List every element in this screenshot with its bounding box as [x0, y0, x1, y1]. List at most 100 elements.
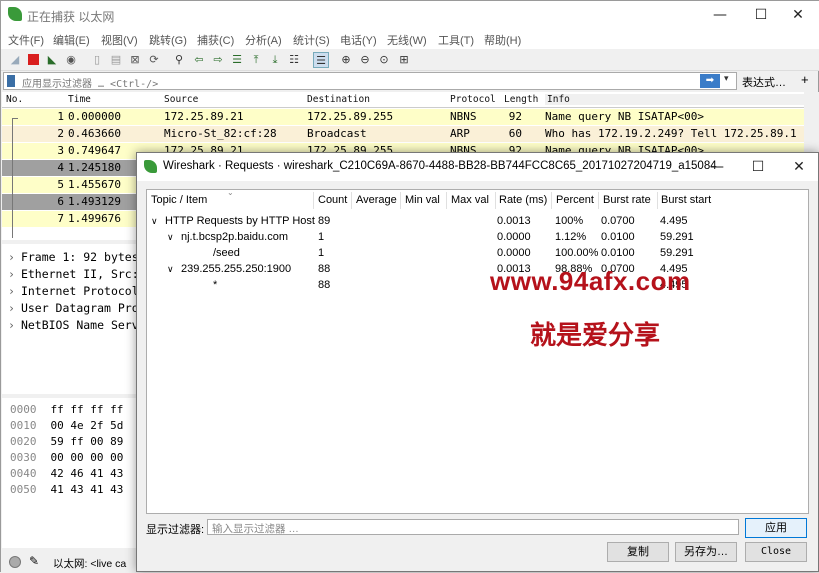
add-filter-button[interactable]: +	[801, 72, 809, 87]
start-capture-icon[interactable]: ◢	[7, 52, 23, 68]
save-as-button[interactable]: 另存为…	[675, 542, 737, 562]
apply-button[interactable]: 应用	[745, 518, 807, 538]
dialog-close-icon[interactable]: ✕	[780, 153, 818, 181]
menu-help[interactable]: 帮助(H)	[484, 32, 521, 48]
copy-button[interactable]: 复制	[607, 542, 669, 562]
restart-capture-icon[interactable]: ◣	[44, 52, 60, 68]
save-file-icon[interactable]: ▤	[108, 52, 124, 68]
zoom-in-icon[interactable]: ⊕	[338, 52, 354, 68]
col-max-val[interactable]: Max val	[451, 194, 489, 206]
stats-row[interactable]: ∨ 239.255.255.250:1900 88 0.0013 98.88% 0.070…	[147, 262, 807, 278]
go-last-icon[interactable]: ⤓	[267, 52, 283, 68]
expand-arrow-icon[interactable]: ∨	[167, 264, 174, 275]
open-file-icon[interactable]: ▯	[89, 52, 105, 68]
detail-text: User Datagram Pro	[20, 301, 139, 315]
detail-row[interactable]: › Ethernet II, Src:	[8, 267, 139, 281]
stop-capture-icon[interactable]	[25, 52, 41, 68]
go-to-packet-icon[interactable]: ☰	[229, 52, 245, 68]
bookmark-icon[interactable]	[7, 75, 15, 87]
col-rate[interactable]: Rate (ms)	[499, 194, 547, 206]
dialog-maximize-icon[interactable]: ☐	[739, 153, 777, 181]
stats-row[interactable]: * 88 4.495	[147, 278, 807, 294]
expand-chevron-icon[interactable]: ›	[8, 301, 15, 315]
dialog-filter-input[interactable]: 输入显示过滤器 …	[207, 519, 739, 535]
stats-row[interactable]: ∨ HTTP Requests by HTTP Host 89 0.0013 100% 0…	[147, 214, 807, 230]
detail-row[interactable]: › Frame 1: 92 bytes	[8, 250, 139, 264]
edit-comment-icon[interactable]: ✎	[29, 554, 39, 568]
stats-cell-topic: nj.t.bcsp2p.baidu.com	[181, 231, 289, 243]
go-forward-icon[interactable]: ⇨	[210, 52, 226, 68]
menu-capture[interactable]: 捕获(C)	[197, 32, 234, 48]
bytes-offset: 0050	[10, 483, 37, 496]
zoom-normal-icon[interactable]: ⊙	[376, 52, 392, 68]
packet-cell-no: 2	[57, 127, 64, 140]
stats-row[interactable]: ∨ nj.t.bcsp2p.baidu.com 1 0.0000 1.12% 0.0100…	[147, 230, 807, 246]
colorize-icon[interactable]: ☰	[313, 52, 329, 68]
packet-row[interactable]: 1 0.000000 172.25.89.21 172.25.89.255 NBNS 92…	[2, 109, 804, 125]
expand-chevron-icon[interactable]: ›	[8, 267, 15, 281]
col-divider	[351, 192, 352, 209]
find-packet-icon[interactable]: ⚲	[171, 52, 187, 68]
col-no[interactable]: No.	[6, 94, 23, 105]
menu-edit[interactable]: 编辑(E)	[53, 32, 90, 48]
reload-icon[interactable]: ⟳	[146, 52, 162, 68]
menu-statistics[interactable]: 统计(S)	[293, 32, 330, 48]
col-percent[interactable]: Percent	[556, 194, 594, 206]
stats-row[interactable]: /seed 1 0.0000 100.00% 0.0100 59.291	[147, 246, 807, 262]
col-burst-rate[interactable]: Burst rate	[603, 194, 651, 206]
packet-cell-time: 1.499676	[68, 212, 121, 225]
packet-cell-len: 92	[508, 110, 522, 123]
menu-view[interactable]: 视图(V)	[101, 32, 138, 48]
close-icon[interactable]: ✕	[775, 1, 819, 29]
expand-arrow-icon[interactable]: ∨	[167, 232, 174, 243]
dialog-minimize-icon[interactable]: —	[698, 153, 736, 181]
packet-row[interactable]: 2 0.463660 Micro-St_82:cf:28 Broadcast ARP 60…	[2, 126, 804, 142]
menu-tools[interactable]: 工具(T)	[438, 32, 474, 48]
col-divider	[446, 192, 447, 209]
expand-chevron-icon[interactable]: ›	[8, 318, 15, 332]
bytes-row: 0020 59 ff 00 89	[10, 435, 123, 448]
apply-filter-arrow-icon[interactable]: ➡	[700, 74, 720, 88]
detail-row[interactable]: › NetBIOS Name Serv	[8, 318, 139, 332]
col-topic-item[interactable]: Topic / Item	[151, 194, 207, 206]
detail-row[interactable]: › Internet Protocol	[8, 284, 139, 298]
menu-go[interactable]: 跳转(G)	[149, 32, 187, 48]
col-protocol[interactable]: Protocol	[450, 94, 496, 105]
expand-chevron-icon[interactable]: ›	[8, 284, 15, 298]
col-destination[interactable]: Destination	[307, 94, 370, 105]
dialog-title-bar: Wireshark · Requests · wireshark_C210C69…	[137, 153, 818, 181]
col-average[interactable]: Average	[356, 194, 397, 206]
col-burst-start[interactable]: Burst start	[661, 194, 711, 206]
detail-text: Internet Protocol	[20, 284, 139, 298]
menu-wireless[interactable]: 无线(W)	[387, 32, 427, 48]
col-time[interactable]: Time	[68, 94, 91, 105]
col-min-val[interactable]: Min val	[405, 194, 440, 206]
menu-file[interactable]: 文件(F)	[8, 32, 44, 48]
expand-arrow-icon[interactable]: ∨	[151, 216, 158, 227]
capture-options-icon[interactable]: ◉	[63, 52, 79, 68]
minimize-icon[interactable]: —	[697, 1, 743, 29]
display-filter-bar[interactable]: 应用显示过滤器 … <Ctrl-/> ➡ ▾	[3, 72, 737, 90]
col-length[interactable]: Length	[504, 94, 538, 105]
menu-analyze[interactable]: 分析(A)	[245, 32, 282, 48]
watermark-url: www.94afx.com	[490, 266, 691, 296]
autoscroll-icon[interactable]: ☷	[286, 52, 302, 68]
expression-button[interactable]: 表达式…	[742, 74, 786, 90]
bytes-hex: 00 4e 2f 5d	[50, 419, 124, 432]
menu-telephony[interactable]: 电话(Y)	[340, 32, 377, 48]
bytes-row: 0010 00 4e 2f 5d	[10, 419, 123, 432]
detail-row[interactable]: › User Datagram Pro	[8, 301, 139, 315]
expand-chevron-icon[interactable]: ›	[8, 250, 15, 264]
filter-dropdown-icon[interactable]: ▾	[724, 74, 729, 84]
zoom-out-icon[interactable]: ⊖	[357, 52, 373, 68]
col-info[interactable]: Info	[545, 94, 805, 105]
go-back-icon[interactable]: ⇦	[191, 52, 207, 68]
bytes-hex: ff ff ff ff	[50, 403, 124, 416]
stats-cell-count: 88	[318, 263, 331, 275]
go-first-icon[interactable]: ⤒	[248, 52, 264, 68]
col-source[interactable]: Source	[164, 94, 198, 105]
col-count[interactable]: Count	[318, 194, 347, 206]
close-button[interactable]: Close	[745, 542, 807, 562]
close-file-icon[interactable]: ⊠	[127, 52, 143, 68]
resize-columns-icon[interactable]: ⊞	[396, 52, 412, 68]
